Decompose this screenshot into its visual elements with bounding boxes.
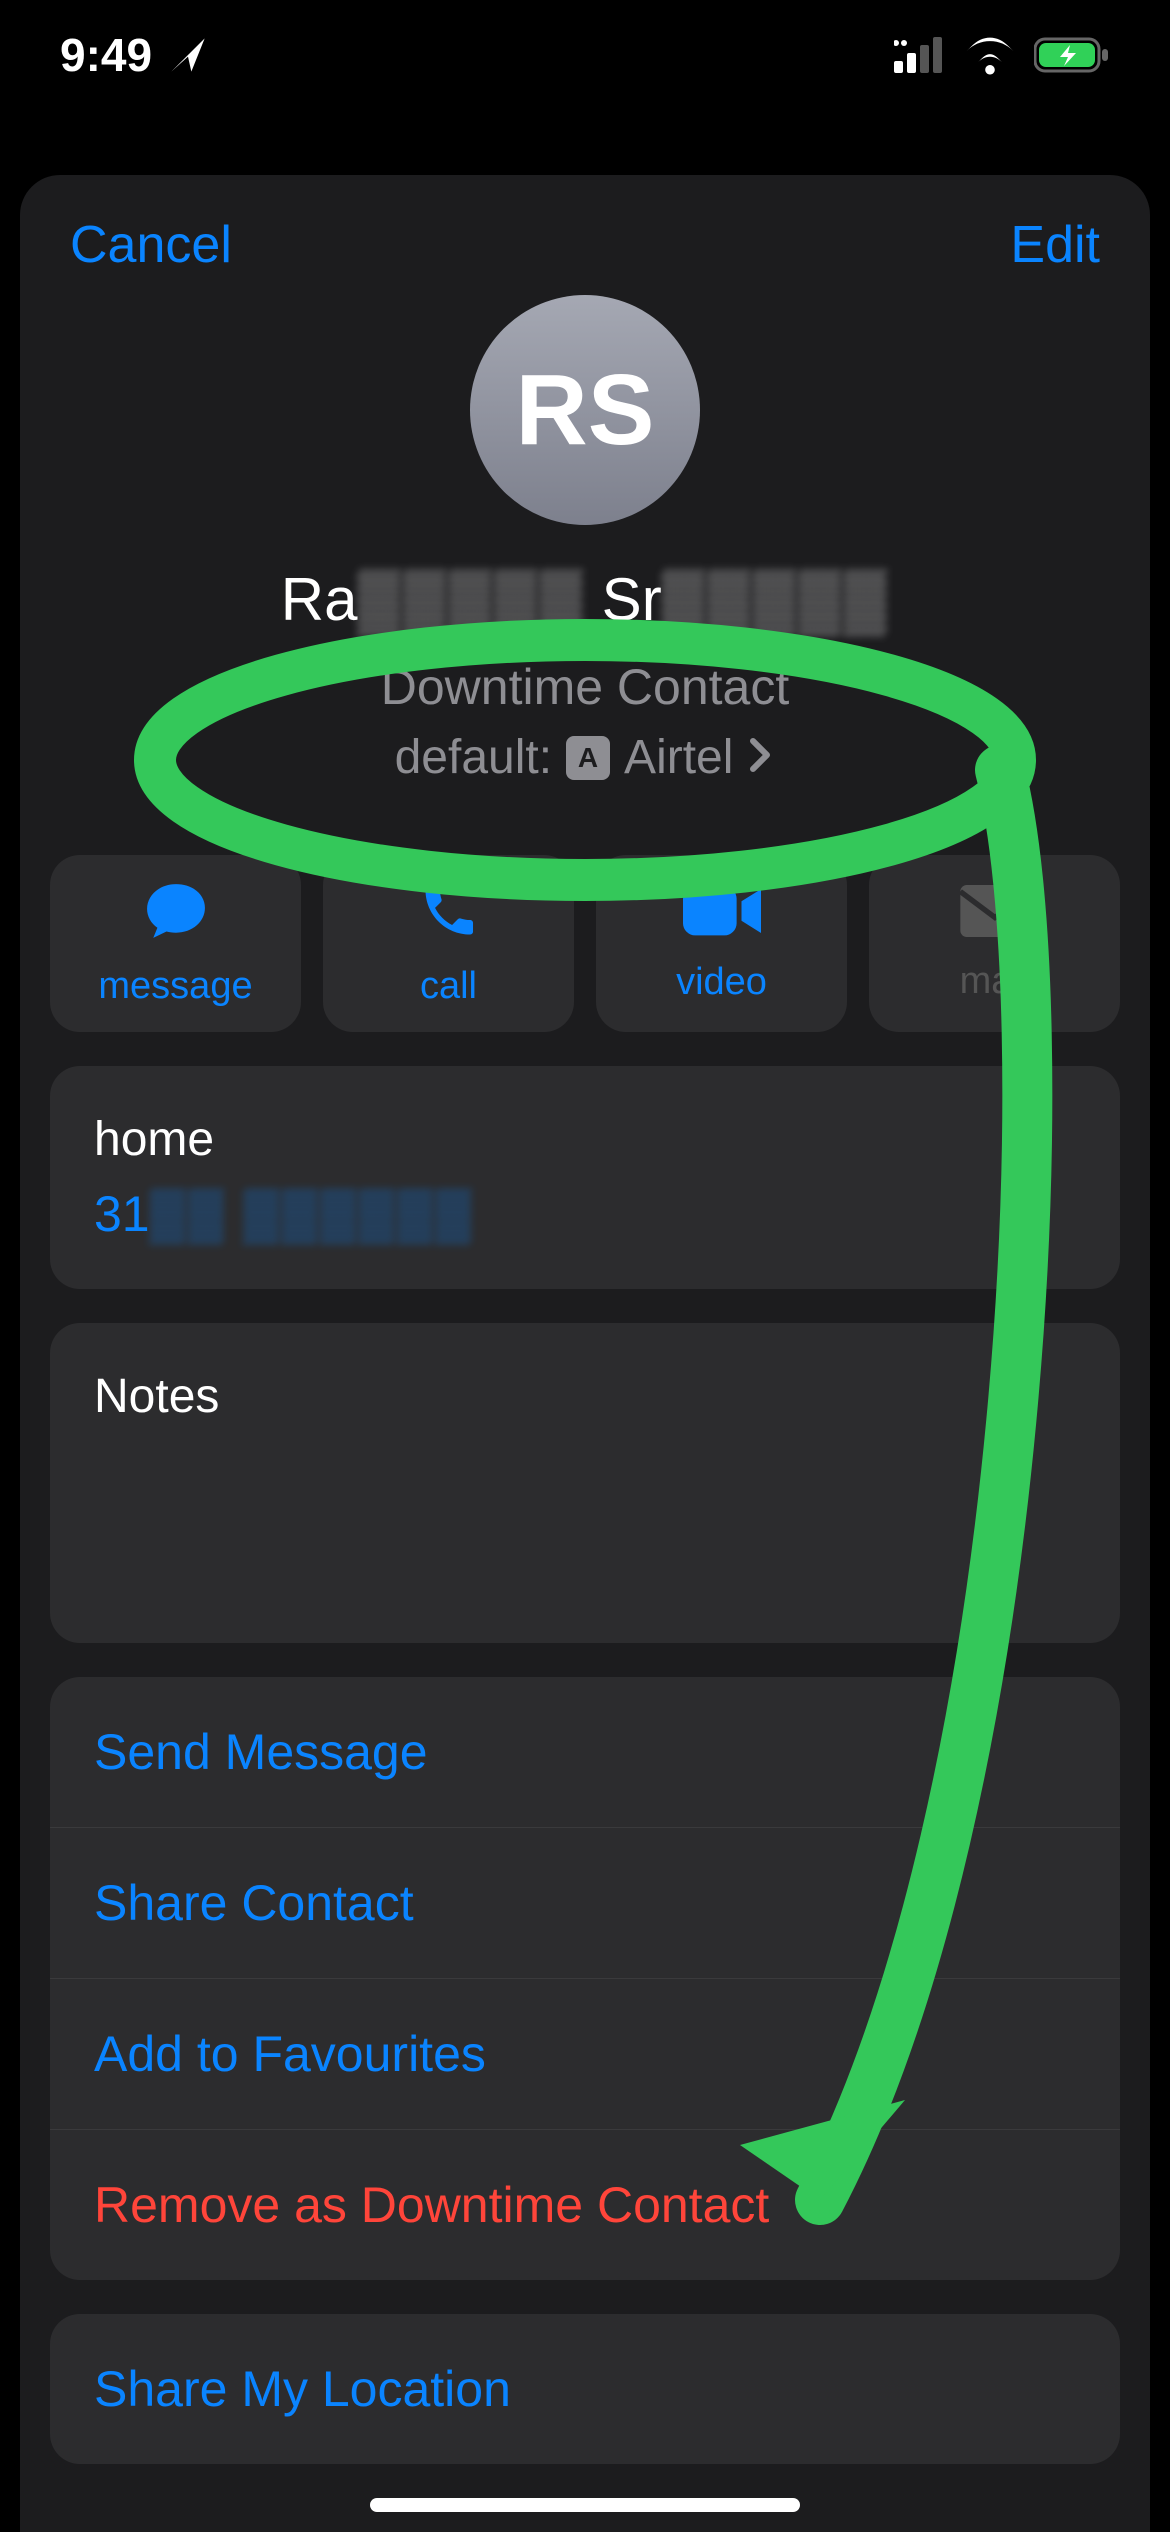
- name-part: Ra: [281, 566, 358, 633]
- status-bar: 9:49: [0, 0, 1170, 110]
- phone-number: 31▒▒ ▒▒▒▒▒▒: [94, 1185, 1076, 1243]
- phone-group: home 31▒▒ ▒▒▒▒▒▒: [50, 1066, 1120, 1289]
- default-label: default:: [395, 730, 552, 785]
- phone-obscured: ▒▒ ▒▒▒▒▒▒: [150, 1186, 474, 1242]
- avatar-initials: RS: [516, 353, 655, 468]
- cancel-button[interactable]: Cancel: [70, 215, 232, 275]
- contact-sheet: Cancel Edit RS Ra▒▒▒▒▒ Sr▒▒▒▒▒ Downtime …: [20, 175, 1150, 2532]
- tile-label: video: [676, 961, 767, 1004]
- video-icon: [683, 884, 761, 943]
- location-group: Share My Location: [50, 2314, 1120, 2464]
- call-button[interactable]: call: [323, 855, 574, 1032]
- phone-digits: 31: [94, 1186, 150, 1242]
- status-left: 9:49: [60, 28, 208, 82]
- message-icon: [141, 880, 211, 947]
- carrier-name: Airtel: [624, 730, 733, 785]
- contact-name: Ra▒▒▒▒▒ Sr▒▒▒▒▒: [281, 565, 890, 634]
- home-indicator[interactable]: [370, 2498, 800, 2512]
- downtime-contact-label: Downtime Contact: [20, 658, 1150, 716]
- share-contact-button[interactable]: Share Contact: [50, 1827, 1120, 1978]
- phone-type-label: home: [94, 1112, 1076, 1167]
- tile-label: mail: [960, 960, 1030, 1003]
- status-time: 9:49: [60, 28, 152, 82]
- mail-button: mail: [869, 855, 1120, 1032]
- name-obscured: ▒▒▒▒▒: [357, 566, 585, 633]
- action-tiles: message call video mail: [20, 855, 1150, 1032]
- tile-label: message: [98, 965, 252, 1008]
- avatar[interactable]: RS: [470, 295, 700, 525]
- tile-label: call: [420, 965, 477, 1008]
- name-block: Ra▒▒▒▒▒ Sr▒▒▒▒▒ Downtime Contact default…: [20, 565, 1150, 785]
- send-message-button[interactable]: Send Message: [50, 1677, 1120, 1827]
- notes-group: Notes: [50, 1323, 1120, 1643]
- add-to-favourites-button[interactable]: Add to Favourites: [50, 1978, 1120, 2129]
- share-my-location-button[interactable]: Share My Location: [50, 2314, 1120, 2464]
- remove-downtime-contact-button[interactable]: Remove as Downtime Contact: [50, 2129, 1120, 2280]
- battery-charging-icon: [1034, 36, 1110, 74]
- default-sim-row[interactable]: default: A Airtel: [395, 730, 776, 785]
- notes-label: Notes: [94, 1369, 1076, 1424]
- sheet-nav: Cancel Edit: [20, 215, 1150, 275]
- wifi-icon: [964, 35, 1016, 75]
- phone-icon: [418, 880, 480, 947]
- edit-button[interactable]: Edit: [1010, 215, 1100, 275]
- screen: 9:49: [0, 0, 1170, 2532]
- message-button[interactable]: message: [50, 855, 301, 1032]
- actions-group: Send Message Share Contact Add to Favour…: [50, 1677, 1120, 2280]
- name-part: Sr: [585, 566, 662, 633]
- cellular-icon: [894, 37, 946, 73]
- avatar-container: RS: [20, 295, 1150, 525]
- status-right: [894, 35, 1110, 75]
- location-icon: [168, 35, 208, 75]
- mail-icon: [960, 885, 1030, 942]
- notes-cell[interactable]: Notes: [50, 1323, 1120, 1643]
- sim-badge-icon: A: [566, 736, 610, 780]
- phone-cell[interactable]: home 31▒▒ ▒▒▒▒▒▒: [50, 1066, 1120, 1289]
- video-button[interactable]: video: [596, 855, 847, 1032]
- name-obscured: ▒▒▒▒▒: [662, 566, 890, 633]
- chevron-right-icon: [747, 730, 775, 785]
